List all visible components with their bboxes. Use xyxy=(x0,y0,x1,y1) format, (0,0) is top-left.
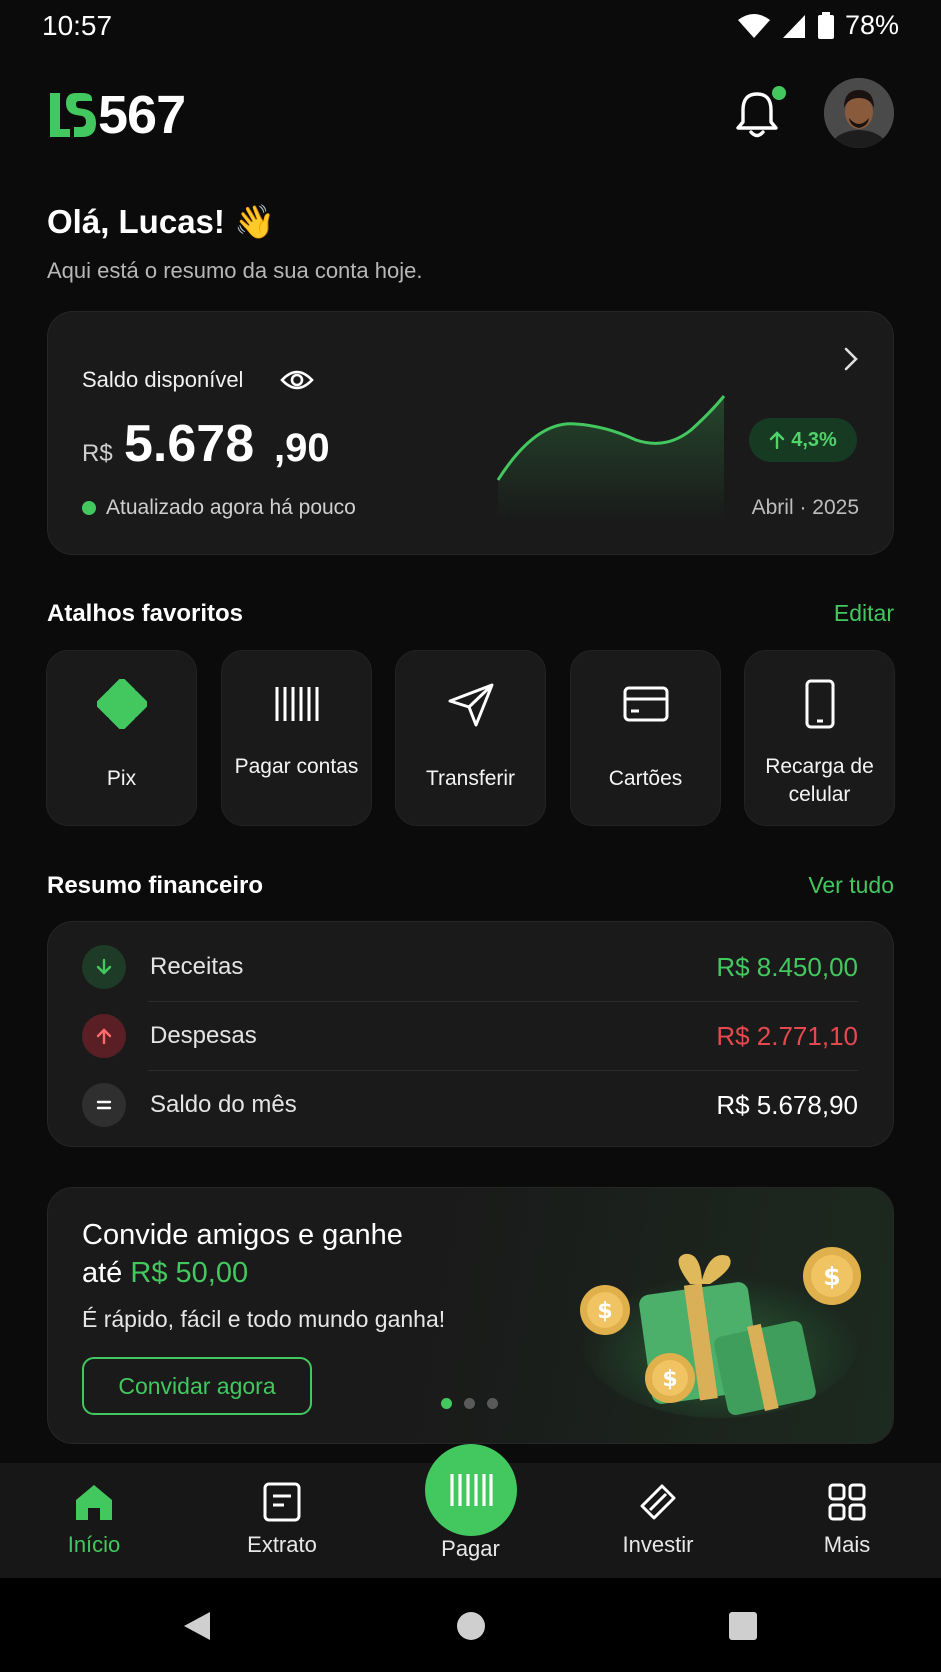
home-icon xyxy=(76,1485,112,1520)
shortcut-pix[interactable]: Pix xyxy=(46,650,197,826)
shortcut-cards[interactable]: Cartões xyxy=(570,650,721,826)
grid-icon xyxy=(828,1483,866,1521)
summary-value: R$ 8.450,00 xyxy=(716,951,858,982)
summary-row-income[interactable]: Receitas R$ 8.450,00 xyxy=(82,933,858,1001)
shortcut-label: Pix xyxy=(106,767,137,790)
summary-label: Despesas xyxy=(150,1022,257,1049)
nav-label: Investir xyxy=(622,1532,694,1557)
avatar[interactable] xyxy=(824,78,894,148)
balance-cents: ,90 xyxy=(274,426,330,470)
nav-label: Início xyxy=(67,1532,121,1557)
wifi-icon xyxy=(737,13,770,38)
pay-fab-button[interactable] xyxy=(425,1444,517,1536)
greeting-title: Olá, Lucas! 👋 xyxy=(47,203,276,240)
barcode-icon xyxy=(450,1474,493,1506)
summary-label: Receitas xyxy=(150,953,244,980)
coin-dollar: $ xyxy=(662,1367,677,1392)
barcode-icon xyxy=(275,687,318,721)
brand-name: 567 xyxy=(98,85,186,145)
status-time: 10:57 xyxy=(42,10,113,41)
summary-row-expenses[interactable]: Despesas R$ 2.771,10 xyxy=(82,1002,858,1070)
shortcut-label: Cartões xyxy=(608,767,683,790)
shortcuts-title: Atalhos favoritos xyxy=(47,600,244,627)
nav-statement[interactable]: Extrato xyxy=(212,1480,352,1558)
balance-period: Abril · 2025 xyxy=(751,496,859,519)
promo-title-highlight: R$ 50,00 xyxy=(130,1257,249,1289)
smartphone-icon xyxy=(805,679,834,729)
edit-shortcuts-link[interactable]: Editar xyxy=(834,600,894,627)
signal-icon xyxy=(782,14,805,38)
coin-dollar: $ xyxy=(597,1299,612,1324)
arrow-up-icon xyxy=(82,1014,126,1058)
battery-icon xyxy=(817,11,834,39)
coin-dollar: $ xyxy=(823,1262,840,1291)
shortcut-label: Transferir xyxy=(425,767,516,790)
see-all-link[interactable]: Ver tudo xyxy=(808,872,894,899)
nav-invest[interactable]: Investir xyxy=(588,1480,728,1558)
greeting-subtitle: Aqui está o resumo da sua conta hoje. xyxy=(47,258,423,283)
shortcut-transfer[interactable]: Transferir xyxy=(395,650,546,826)
promo-title: Convide amigos e ganhe até R$ 50,00 xyxy=(82,1216,403,1292)
nav-label: Extrato xyxy=(247,1532,317,1557)
promo-title-prefix: até xyxy=(82,1257,131,1289)
balance-currency: R$ xyxy=(82,440,113,467)
pix-icon xyxy=(96,679,147,729)
shortcut-label: Recarga de celular xyxy=(765,755,874,806)
eye-icon[interactable] xyxy=(280,366,314,394)
status-icons: 78% xyxy=(737,10,899,41)
balance-updated: Atualizado agora há pouco xyxy=(82,496,356,520)
statement-icon xyxy=(263,1482,301,1522)
logo-mark-icon xyxy=(50,93,96,137)
summary-label: Saldo do mês xyxy=(150,1091,297,1118)
summary-value: R$ 2.771,10 xyxy=(716,1020,858,1051)
balance-change-value: 4,3% xyxy=(791,428,837,451)
carousel-dots[interactable] xyxy=(441,1398,498,1409)
balance-amount: 5.678 xyxy=(124,415,255,473)
avatar-image xyxy=(824,78,894,148)
balance-label: Saldo disponível xyxy=(82,367,244,392)
invite-now-button[interactable]: Convidar agora xyxy=(82,1357,312,1415)
nav-label: Mais xyxy=(823,1532,871,1557)
chevron-right-icon[interactable] xyxy=(842,346,860,372)
balance-change-badge: 4,3% xyxy=(749,418,857,462)
gift-coins-illustration: $ $ $ xyxy=(580,1247,861,1418)
arrow-up-icon xyxy=(770,431,785,449)
shortcut-pay-bills[interactable]: Pagar contas xyxy=(221,650,372,826)
credit-card-icon xyxy=(623,686,668,722)
equals-icon xyxy=(82,1083,126,1127)
promo-subtitle: É rápido, fácil e todo mundo ganha! xyxy=(82,1306,446,1332)
live-dot xyxy=(82,501,96,515)
promo-title-line1: Convide amigos e ganhe xyxy=(82,1219,403,1251)
nav-pay-label[interactable]: Pagar xyxy=(400,1536,541,1562)
battery-percent: 78% xyxy=(844,10,899,40)
summary-row-month-balance[interactable]: Saldo do mês R$ 5.678,90 xyxy=(82,1071,858,1139)
invest-icon xyxy=(640,1484,676,1520)
nav-home[interactable]: Início xyxy=(24,1480,164,1558)
send-icon xyxy=(448,683,493,727)
summary-title: Resumo financeiro xyxy=(47,872,264,899)
carousel-dot[interactable] xyxy=(487,1398,498,1409)
back-icon[interactable] xyxy=(182,1610,212,1642)
carousel-dot[interactable] xyxy=(464,1398,475,1409)
nav-more[interactable]: Mais xyxy=(777,1480,917,1558)
home-circle-icon[interactable] xyxy=(456,1611,486,1641)
arrow-down-icon xyxy=(82,945,126,989)
notification-dot xyxy=(772,86,786,100)
recents-icon[interactable] xyxy=(728,1611,758,1641)
shortcut-label: Pagar contas xyxy=(234,755,359,778)
summary-value: R$ 5.678,90 xyxy=(716,1089,858,1120)
carousel-dot[interactable] xyxy=(441,1398,452,1409)
balance-updated-text: Atualizado agora há pouco xyxy=(106,496,356,519)
app-logo: 567 xyxy=(46,84,186,146)
shortcut-phone-recharge[interactable]: Recarga de celular xyxy=(744,650,895,826)
balance-sparkline xyxy=(496,395,726,520)
